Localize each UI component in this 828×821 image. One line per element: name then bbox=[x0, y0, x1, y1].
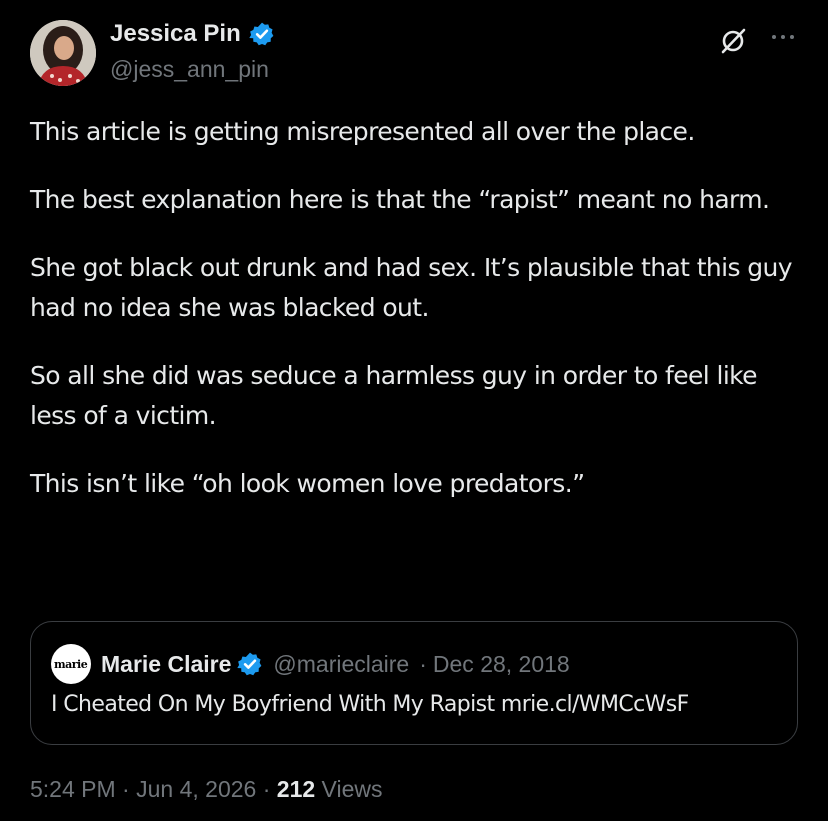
post-time[interactable]: 5:24 PM bbox=[30, 776, 116, 802]
separator: · bbox=[122, 776, 130, 802]
quoted-handle: @marieclaire bbox=[273, 650, 410, 677]
separator: · bbox=[262, 776, 271, 802]
more-icon[interactable] bbox=[766, 24, 800, 50]
author-handle[interactable]: @jess_ann_pin bbox=[110, 56, 269, 83]
post-paragraph: The best explanation here is that the “r… bbox=[30, 185, 770, 214]
views-count: 212 bbox=[276, 776, 316, 802]
verified-badge-icon bbox=[249, 22, 274, 46]
post-paragraph: This isn’t like “oh look women love pred… bbox=[30, 469, 585, 498]
post-paragraph: She got black out drunk and had sex. It’… bbox=[30, 253, 793, 322]
avatar-image bbox=[30, 20, 96, 86]
quoted-post-text: I Cheated On My Boyfriend With My Rapist… bbox=[51, 692, 689, 717]
quoted-post-header: marie claire Marie Claire @marieclaire ·… bbox=[51, 644, 570, 684]
post-text: This article is getting misrepresented a… bbox=[30, 112, 800, 532]
quoted-date: Dec 28, 2018 bbox=[432, 650, 570, 677]
post-paragraph: So all she did was seduce a harmless guy… bbox=[30, 361, 758, 430]
post-meta: 5:24 PM · Jun 4, 2026 · 212 Views bbox=[30, 776, 382, 803]
separator: · bbox=[419, 650, 427, 677]
verified-badge-icon bbox=[237, 652, 262, 676]
author-display-name[interactable]: Jessica Pin bbox=[110, 20, 241, 48]
post-date[interactable]: Jun 4, 2026 bbox=[136, 776, 256, 802]
quoted-post[interactable]: marie claire Marie Claire @marieclaire ·… bbox=[30, 621, 798, 745]
post-paragraph: This article is getting misrepresented a… bbox=[30, 117, 695, 146]
views-label: Views bbox=[321, 776, 383, 802]
tweet: Jessica Pin @jess_ann_pin This article i… bbox=[0, 0, 828, 821]
quoted-display-name: Marie Claire bbox=[101, 650, 232, 677]
avatar[interactable] bbox=[30, 20, 96, 86]
marie-claire-logo: marie claire bbox=[51, 644, 163, 684]
grok-icon[interactable] bbox=[718, 26, 748, 56]
author-name-row: Jessica Pin bbox=[110, 20, 275, 48]
